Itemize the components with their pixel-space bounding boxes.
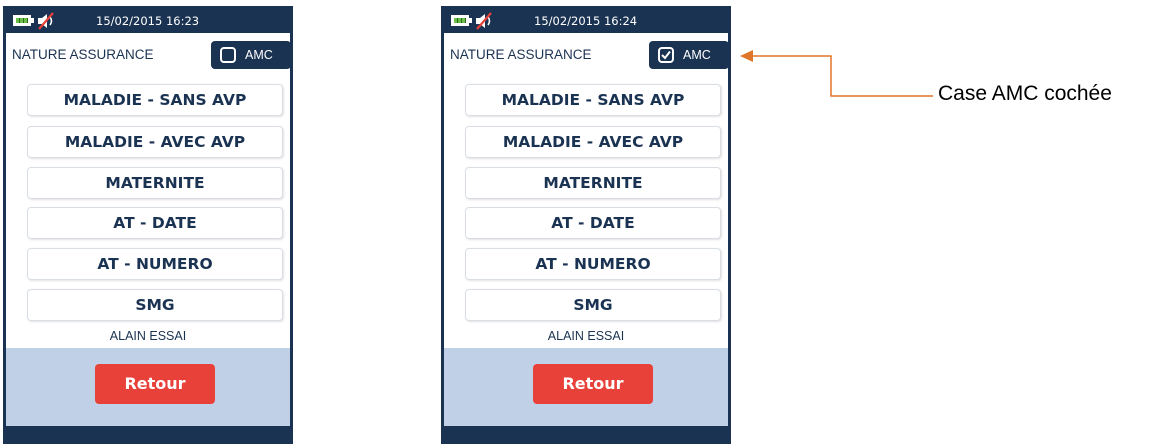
speaker-muted-icon (476, 12, 492, 30)
amc-label: AMC (683, 48, 711, 62)
checkbox-checked-icon[interactable] (658, 47, 674, 63)
menu-button-maternite[interactable]: MATERNITE (27, 167, 283, 199)
menu-button-at-numero[interactable]: AT - NUMERO (27, 248, 283, 280)
header-row: NATURE ASSURANCE AMC (444, 39, 729, 69)
bottom-bar (444, 426, 728, 444)
bottom-bar (6, 426, 290, 444)
amc-checkbox-toggle[interactable]: AMC (211, 41, 291, 69)
device-screen-right: 15/02/2015 16:24 NATURE ASSURANCE AMC MA… (441, 6, 731, 444)
menu-button-maladie-avec-avp[interactable]: MALADIE - AVEC AVP (465, 126, 721, 158)
header-label: NATURE ASSURANCE (450, 47, 592, 62)
speaker-muted-icon (38, 12, 54, 30)
amc-checkbox-toggle[interactable]: AMC (649, 41, 729, 69)
menu-button-at-date[interactable]: AT - DATE (27, 207, 283, 239)
menu-button-maternite[interactable]: MATERNITE (465, 167, 721, 199)
menu-button-smg[interactable]: SMG (27, 289, 283, 321)
footer-area: Retour (444, 348, 728, 426)
callout-label: Case AMC cochée (938, 82, 1112, 105)
back-button[interactable]: Retour (533, 364, 653, 404)
menu-button-maladie-sans-avp[interactable]: MALADIE - SANS AVP (465, 84, 721, 116)
status-bar: 15/02/2015 16:24 (444, 9, 728, 33)
amc-label: AMC (245, 48, 273, 62)
menu-button-maladie-sans-avp[interactable]: MALADIE - SANS AVP (27, 84, 283, 116)
status-datetime: 15/02/2015 16:23 (96, 14, 200, 28)
callout-arrowhead-icon (740, 50, 753, 62)
check-icon (661, 50, 671, 60)
menu-button-at-date[interactable]: AT - DATE (465, 207, 721, 239)
menu-button-smg[interactable]: SMG (465, 289, 721, 321)
status-bar: 15/02/2015 16:23 (6, 9, 290, 33)
menu-button-maladie-avec-avp[interactable]: MALADIE - AVEC AVP (27, 126, 283, 158)
device-screen-left: 15/02/2015 16:23 NATURE ASSURANCE AMC MA… (3, 6, 293, 444)
battery-icon (451, 15, 472, 26)
back-button[interactable]: Retour (95, 364, 215, 404)
header-row: NATURE ASSURANCE AMC (6, 39, 291, 69)
user-name: ALAIN ESSAI (547, 329, 625, 343)
footer-area: Retour (6, 348, 290, 426)
status-datetime: 15/02/2015 16:24 (534, 14, 638, 28)
menu-button-at-numero[interactable]: AT - NUMERO (465, 248, 721, 280)
header-label: NATURE ASSURANCE (12, 47, 154, 62)
battery-icon (13, 15, 34, 26)
checkbox-unchecked-icon[interactable] (220, 47, 236, 63)
callout-line (752, 55, 933, 97)
user-name: ALAIN ESSAI (109, 329, 187, 343)
